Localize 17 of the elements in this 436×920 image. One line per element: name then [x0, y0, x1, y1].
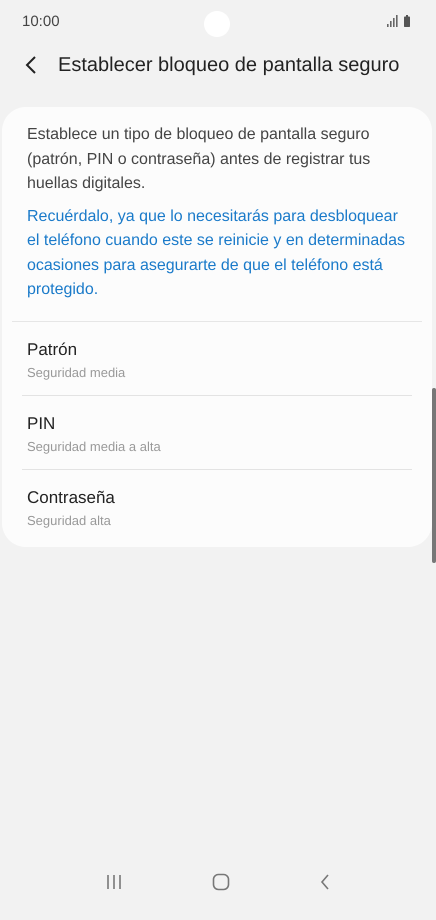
lock-option[interactable]: Patrón Seguridad media	[22, 322, 412, 394]
page-title: Establecer bloqueo de pantalla seguro	[58, 54, 400, 76]
note-text: Recuérdalo, ya que lo necesitarás para desbloquear el teléfono cuando este se reinicie y en determinadas ocasiones para asegurarte de que el teléfono está protegido.	[27, 206, 406, 300]
status-time: 10:00	[22, 12, 60, 30]
lock-option[interactable]: PIN Seguridad media a alta	[22, 394, 412, 468]
option-subtitle: Seguridad alta	[27, 512, 112, 528]
lock-option[interactable]: Contraseña Seguridad alta	[22, 468, 412, 542]
chevron-left-icon	[24, 55, 38, 75]
three-lines-icon	[104, 874, 123, 890]
chevron-left-icon	[319, 874, 332, 890]
option-title: Patrón	[27, 340, 78, 360]
option-title: PIN	[27, 414, 56, 434]
rounded-square-icon	[212, 873, 230, 891]
option-subtitle: Seguridad media	[27, 364, 126, 380]
option-title: Contraseña	[27, 488, 116, 508]
description-text: Establece un tipo de bloqueo de pantalla seguro (patrón, PIN o contraseña) antes de registrar tus huellas digitales.	[27, 125, 372, 194]
option-subtitle: Seguridad media a alta	[27, 438, 162, 454]
